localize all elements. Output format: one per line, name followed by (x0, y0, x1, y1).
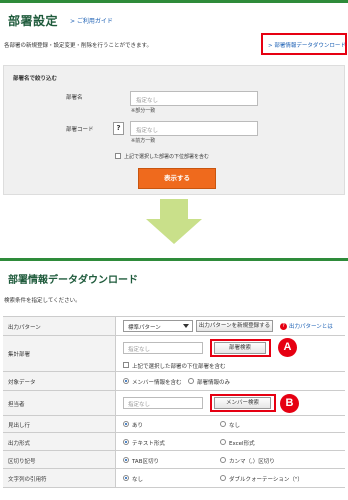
include-sub-departments-checkbox[interactable] (115, 153, 121, 159)
header-yes-label: あり (132, 423, 144, 429)
department-settings-panel: 部署設定 > ご利用ガイド 各部署の新規登録・設定変更・削除を行うことができます… (0, 0, 348, 195)
output-pattern-label: 出力パターン (8, 325, 41, 331)
tab-delimiter-radio[interactable] (123, 457, 129, 463)
include-sub-departments-label-2: 上記で選択した部署の下位部署を含む (132, 364, 226, 370)
include-members-radio[interactable] (123, 378, 129, 384)
member-search-highlight (210, 394, 276, 412)
departments-only-label: 部署情報のみ (197, 380, 231, 386)
department-search-highlight (210, 339, 271, 357)
double-quote-label: ダブルクォーテーション（"） (229, 477, 303, 483)
pattern-help-text: 出力パターンとは (289, 324, 333, 330)
download-panel: 部署情報データダウンロード 検索条件を指定してください。 出力パターン 標準パタ… (0, 258, 348, 500)
comma-delimiter-radio[interactable] (220, 457, 226, 463)
tab-delimiter-label: TAB区切り (132, 459, 159, 465)
department-code-label: 部署コード (66, 127, 94, 133)
departments-only-radio[interactable] (188, 378, 194, 384)
comma-delimiter-label: カンマ（,）区切り (229, 459, 275, 465)
aggregate-department-input[interactable]: 指定なし (123, 342, 203, 354)
row-output-format: 出力形式 テキスト形式 Excel形式 (3, 433, 345, 451)
include-sub-departments-checkbox-2[interactable] (123, 362, 129, 368)
header-no-label: なし (229, 423, 241, 429)
page-description: 各部署の新規登録・設定変更・削除を行うことができます。 (4, 43, 152, 49)
double-quote-radio[interactable] (220, 475, 226, 481)
filter-box: 部署名で絞り込む 部署名 指定なし ※部分一致 部署コード ? 指定なし ※前方… (3, 65, 345, 195)
row-target-data: 対象データ メンバー情報を含む 部署情報のみ (3, 372, 345, 391)
partial-match-note: ※部分一致 (131, 108, 156, 114)
row-person-in-charge: 担当者 指定なし メンバー検索 B (3, 391, 345, 416)
excel-format-label: Excel形式 (229, 441, 255, 447)
department-code-input[interactable]: 指定なし (130, 121, 258, 136)
string-quote-label: 文字列の引用符 (8, 477, 47, 483)
down-arrow-icon (146, 199, 202, 244)
quote-none-label: なし (132, 477, 144, 483)
row-output-pattern: 出力パターン 標準パターン 出力パターンを新規登録する ? 出力パターンとは (3, 317, 345, 336)
output-pattern-select[interactable]: 標準パターン (123, 320, 193, 332)
person-in-charge-label: 担当者 (8, 402, 25, 408)
row-aggregate-department: 集計部署 指定なし 部署検索 A 上記で選択した部署の下位部署を含む (3, 336, 345, 372)
text-format-radio[interactable] (123, 439, 129, 445)
register-pattern-button[interactable]: 出力パターンを新規登録する (196, 320, 273, 332)
output-format-label: 出力形式 (8, 441, 31, 447)
aggregate-department-label: 集計部署 (8, 352, 31, 358)
question-icon: ? (280, 323, 287, 330)
excel-format-radio[interactable] (220, 439, 226, 445)
download-description: 検索条件を指定してください。 (4, 298, 81, 304)
code-help-icon[interactable]: ? (113, 122, 124, 135)
chevron-down-icon (183, 324, 189, 328)
download-title: 部署情報データダウンロード (8, 275, 138, 286)
department-name-label: 部署名 (66, 95, 83, 101)
pattern-help-link[interactable]: ? 出力パターンとは (280, 322, 333, 330)
header-no-radio[interactable] (220, 421, 226, 427)
filter-heading: 部署名で絞り込む (13, 76, 58, 82)
include-sub-departments-label: 上記で選択した部署の下位部署を含む (124, 154, 210, 160)
department-name-input[interactable]: 指定なし (130, 91, 258, 106)
row-header-line: 見出し行 あり なし (3, 416, 345, 433)
include-members-label: メンバー情報を含む (132, 380, 182, 386)
row-string-quote: 文字列の引用符 なし ダブルクォーテーション（"） (3, 469, 345, 488)
text-format-label: テキスト形式 (132, 441, 165, 447)
department-data-download-link[interactable]: > 部署情報データダウンロード (268, 41, 346, 49)
display-button[interactable]: 表示する (138, 168, 216, 189)
row-delimiter: 区切り記号 TAB区切り カンマ（,）区切り (3, 451, 345, 469)
marker-b: B (280, 394, 299, 413)
person-in-charge-input[interactable]: 指定なし (123, 397, 203, 409)
target-data-label: 対象データ (8, 380, 36, 386)
output-pattern-select-value: 標準パターン (128, 325, 161, 331)
header-line-label: 見出し行 (8, 423, 31, 429)
page-title: 部署設定 (8, 14, 59, 28)
download-options-table: 出力パターン 標準パターン 出力パターンを新規登録する ? 出力パターンとは 集計… (3, 316, 345, 488)
download-link-highlight: > 部署情報データダウンロード (261, 33, 347, 55)
header-yes-radio[interactable] (123, 421, 129, 427)
delimiter-label: 区切り記号 (8, 459, 36, 465)
user-guide-link[interactable]: > ご利用ガイド (70, 16, 113, 25)
marker-a: A (278, 338, 297, 357)
prefix-match-note: ※前方一致 (131, 138, 156, 144)
quote-none-radio[interactable] (123, 475, 129, 481)
